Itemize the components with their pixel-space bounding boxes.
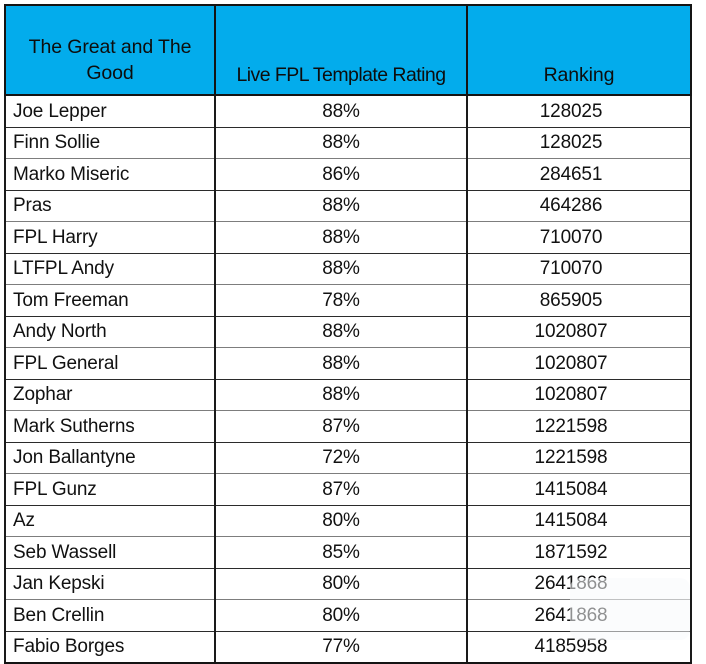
cell-name: Ben Crellin bbox=[5, 600, 215, 632]
table-row: LTFPL Andy88%710070 bbox=[5, 253, 691, 285]
cell-name: Marko Miseric bbox=[5, 159, 215, 191]
table-row: Pras88%464286 bbox=[5, 190, 691, 222]
table-body: Joe Lepper88%128025Finn Sollie88%128025M… bbox=[5, 95, 691, 663]
cell-ranking: 710070 bbox=[467, 222, 691, 254]
cell-name: LTFPL Andy bbox=[5, 253, 215, 285]
cell-name: Zophar bbox=[5, 379, 215, 411]
cell-rating: 77% bbox=[215, 631, 467, 663]
cell-rating: 86% bbox=[215, 159, 467, 191]
cell-ranking: 1415084 bbox=[467, 505, 691, 537]
cell-name: FPL Harry bbox=[5, 222, 215, 254]
cell-ranking: 128025 bbox=[467, 95, 691, 127]
cell-ranking: 2641868 bbox=[467, 600, 691, 632]
template-rating-table-container: The Great and The Good Live FPL Template… bbox=[4, 4, 690, 658]
cell-rating: 88% bbox=[215, 348, 467, 380]
cell-ranking: 1415084 bbox=[467, 474, 691, 506]
cell-rating: 88% bbox=[215, 127, 467, 159]
cell-ranking: 284651 bbox=[467, 159, 691, 191]
cell-ranking: 1020807 bbox=[467, 348, 691, 380]
table-row: Seb Wassell85%1871592 bbox=[5, 537, 691, 569]
table-row: Zophar88%1020807 bbox=[5, 379, 691, 411]
column-header-ranking: Ranking bbox=[467, 5, 691, 95]
cell-name: Finn Sollie bbox=[5, 127, 215, 159]
table-row: Andy North88%1020807 bbox=[5, 316, 691, 348]
cell-rating: 80% bbox=[215, 505, 467, 537]
cell-name: FPL General bbox=[5, 348, 215, 380]
cell-rating: 88% bbox=[215, 190, 467, 222]
column-header-rating: Live FPL Template Rating bbox=[215, 5, 467, 95]
cell-ranking: 4185958 bbox=[467, 631, 691, 663]
cell-ranking: 128025 bbox=[467, 127, 691, 159]
cell-name: Tom Freeman bbox=[5, 285, 215, 317]
cell-ranking: 710070 bbox=[467, 253, 691, 285]
cell-rating: 72% bbox=[215, 442, 467, 474]
cell-rating: 87% bbox=[215, 411, 467, 443]
cell-name: Joe Lepper bbox=[5, 95, 215, 127]
cell-name: Az bbox=[5, 505, 215, 537]
cell-ranking: 865905 bbox=[467, 285, 691, 317]
cell-rating: 88% bbox=[215, 379, 467, 411]
cell-ranking: 1020807 bbox=[467, 379, 691, 411]
cell-name: Andy North bbox=[5, 316, 215, 348]
cell-rating: 87% bbox=[215, 474, 467, 506]
table-row: FPL Gunz87%1415084 bbox=[5, 474, 691, 506]
table-row: Tom Freeman78%865905 bbox=[5, 285, 691, 317]
cell-ranking: 1221598 bbox=[467, 411, 691, 443]
table-row: Jon Ballantyne72%1221598 bbox=[5, 442, 691, 474]
cell-ranking: 464286 bbox=[467, 190, 691, 222]
cell-name: Jan Kepski bbox=[5, 568, 215, 600]
table-header-row: The Great and The Good Live FPL Template… bbox=[5, 5, 691, 95]
cell-name: Seb Wassell bbox=[5, 537, 215, 569]
cell-rating: 80% bbox=[215, 600, 467, 632]
cell-rating: 88% bbox=[215, 316, 467, 348]
table-header: The Great and The Good Live FPL Template… bbox=[5, 5, 691, 95]
table-row: Finn Sollie88%128025 bbox=[5, 127, 691, 159]
table-row: Joe Lepper88%128025 bbox=[5, 95, 691, 127]
cell-name: Pras bbox=[5, 190, 215, 222]
table-row: Az80%1415084 bbox=[5, 505, 691, 537]
cell-rating: 78% bbox=[215, 285, 467, 317]
table-row: FPL Harry88%710070 bbox=[5, 222, 691, 254]
cell-rating: 88% bbox=[215, 222, 467, 254]
table-row: Jan Kepski80%2641868 bbox=[5, 568, 691, 600]
cell-ranking: 1020807 bbox=[467, 316, 691, 348]
cell-rating: 85% bbox=[215, 537, 467, 569]
table-row: Fabio Borges77%4185958 bbox=[5, 631, 691, 663]
fpl-template-rating-table: The Great and The Good Live FPL Template… bbox=[4, 4, 692, 664]
column-header-name: The Great and The Good bbox=[5, 5, 215, 95]
table-row: FPL General88%1020807 bbox=[5, 348, 691, 380]
table-row: Marko Miseric86%284651 bbox=[5, 159, 691, 191]
cell-ranking: 1871592 bbox=[467, 537, 691, 569]
cell-rating: 88% bbox=[215, 95, 467, 127]
cell-rating: 88% bbox=[215, 253, 467, 285]
cell-rating: 80% bbox=[215, 568, 467, 600]
table-row: Ben Crellin80%2641868 bbox=[5, 600, 691, 632]
cell-name: FPL Gunz bbox=[5, 474, 215, 506]
cell-ranking: 2641868 bbox=[467, 568, 691, 600]
table-row: Mark Sutherns87%1221598 bbox=[5, 411, 691, 443]
cell-name: Mark Sutherns bbox=[5, 411, 215, 443]
cell-ranking: 1221598 bbox=[467, 442, 691, 474]
cell-name: Jon Ballantyne bbox=[5, 442, 215, 474]
cell-name: Fabio Borges bbox=[5, 631, 215, 663]
